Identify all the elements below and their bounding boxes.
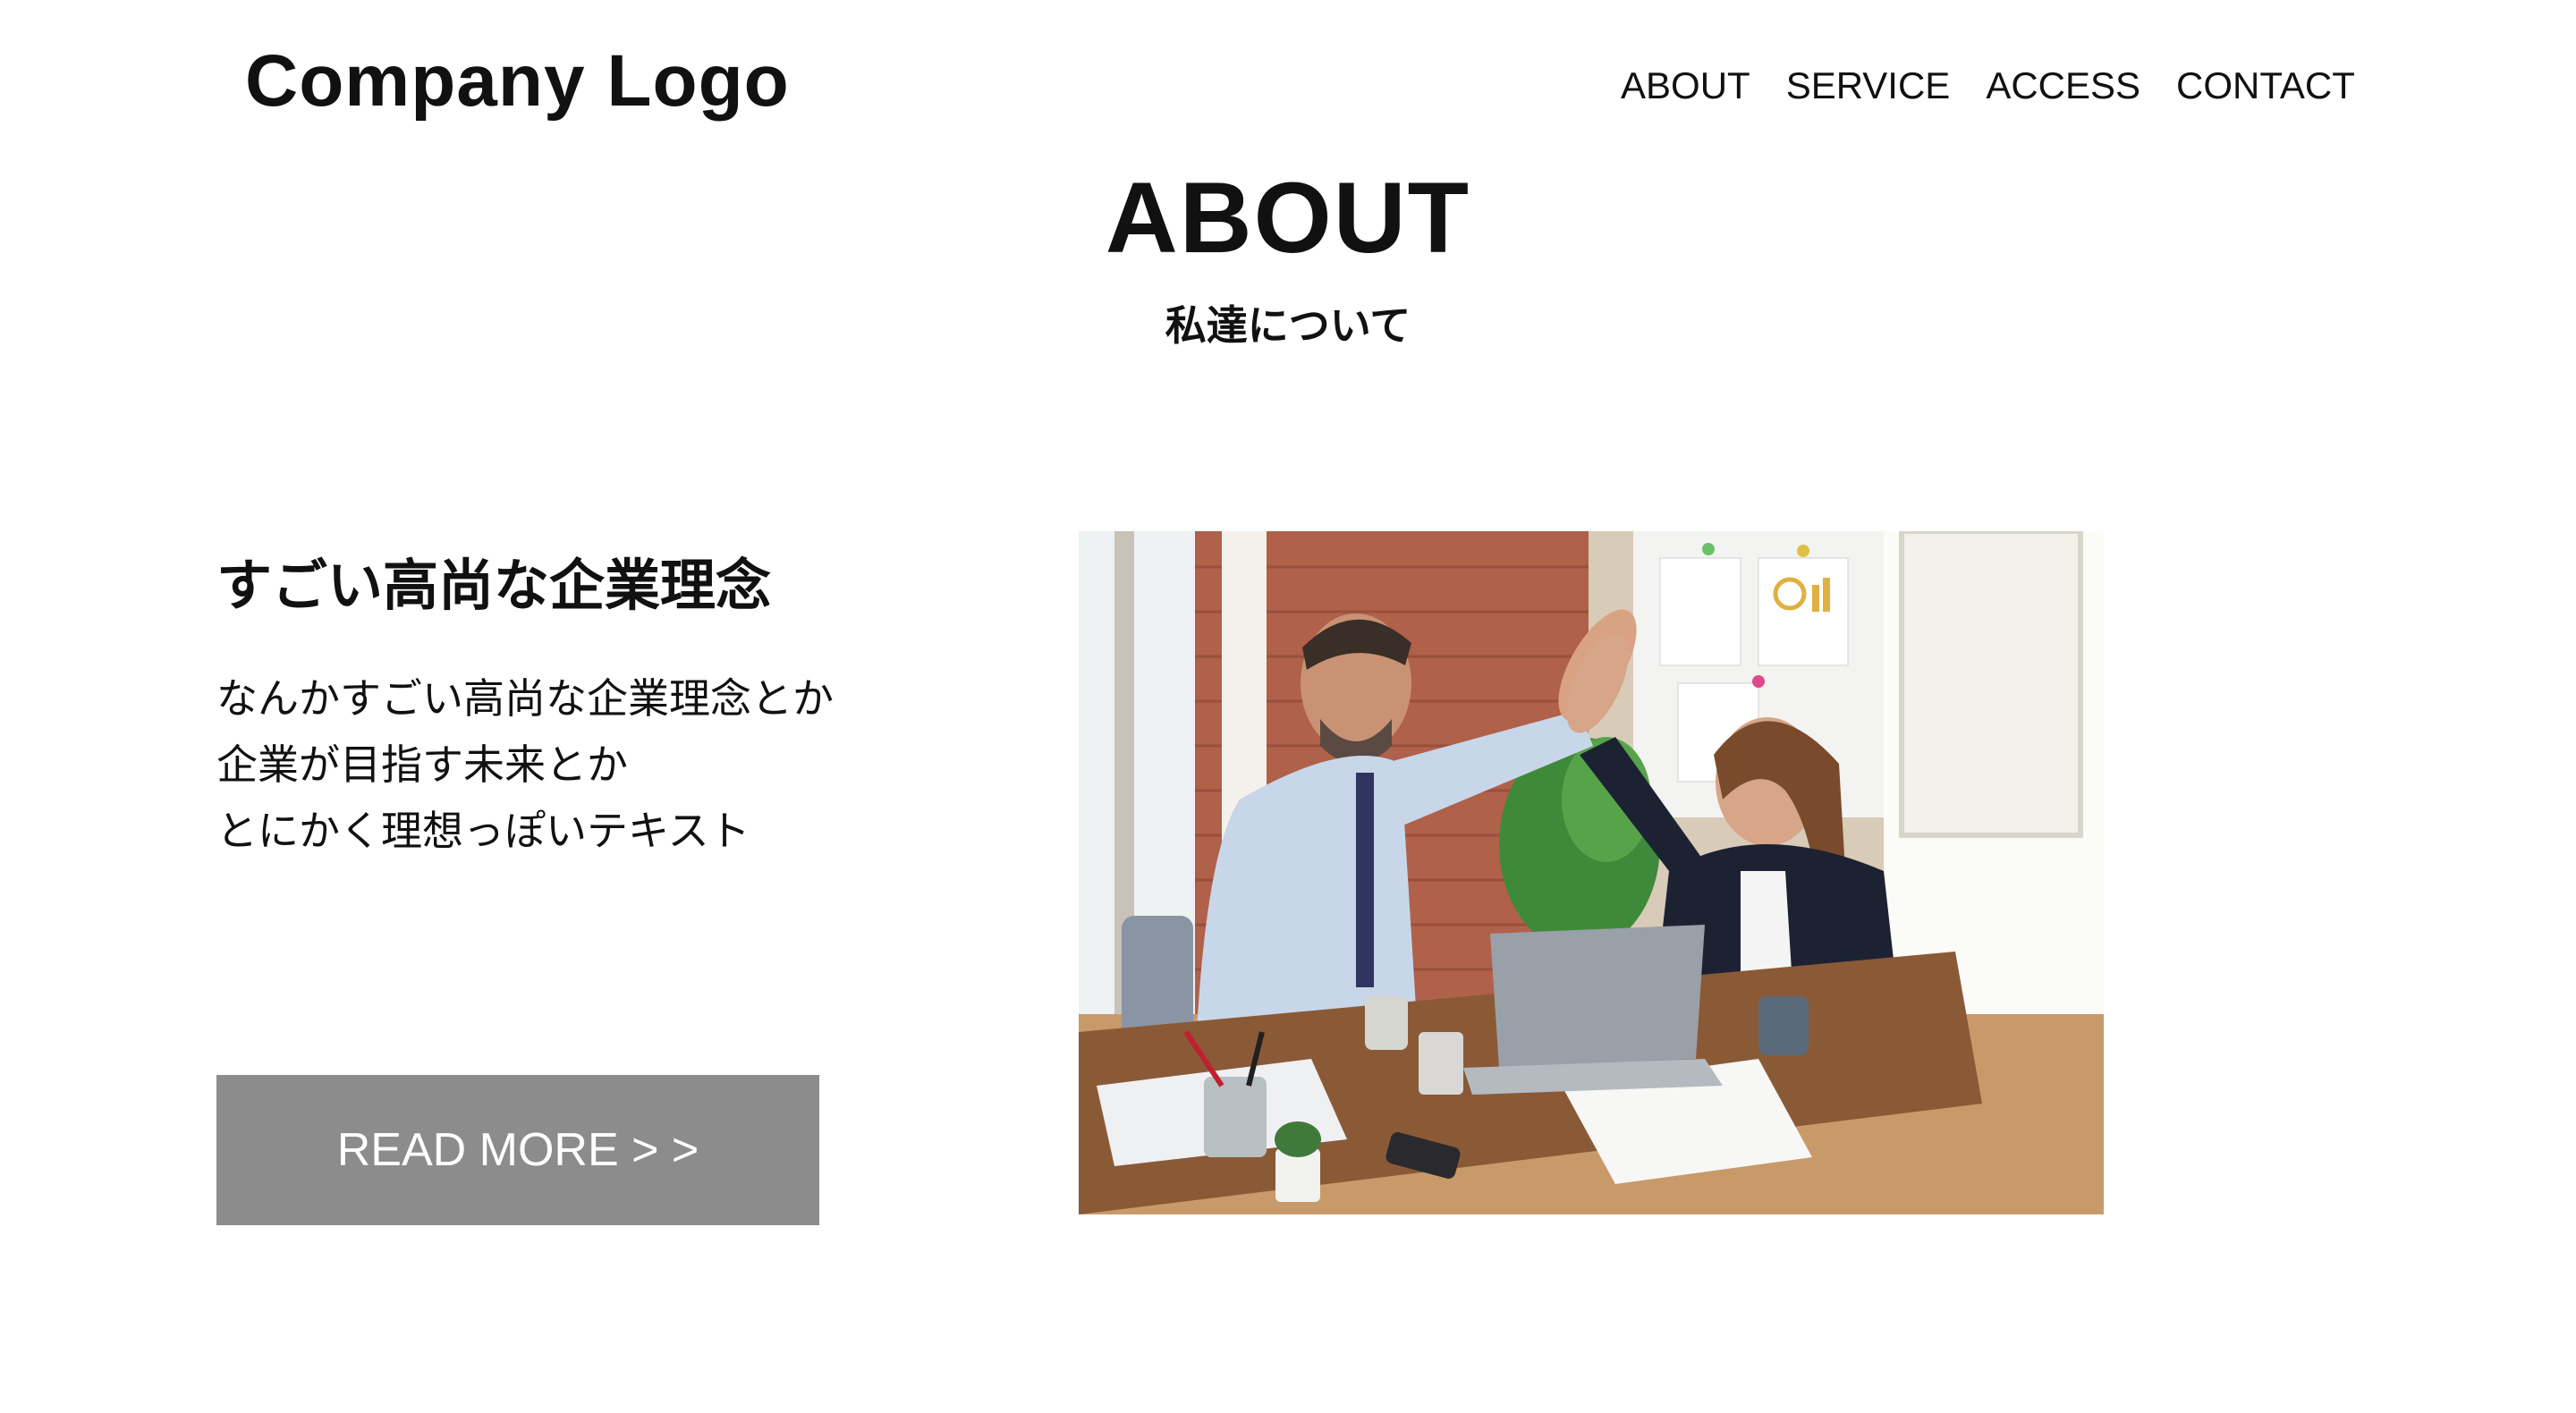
nav-contact[interactable]: CONTACT <box>2176 64 2355 107</box>
nav-access[interactable]: ACCESS <box>1986 64 2140 107</box>
section-title: ABOUT <box>1105 162 1471 274</box>
office-high-five-photo <box>1079 531 2104 1214</box>
page: Company Logo ABOUT SERVICE ACCESS CONTAC… <box>0 0 2576 1413</box>
section-subtitle: 私達について <box>1165 302 1411 349</box>
content-line: 企業が目指す未来とか <box>216 741 628 788</box>
read-more-button[interactable]: READ MORE > > <box>216 1075 819 1225</box>
main-nav: ABOUT SERVICE ACCESS CONTACT <box>1621 64 2355 107</box>
company-logo[interactable]: Company Logo <box>245 39 790 123</box>
content-heading: すごい高尚な企業理念 <box>216 555 772 617</box>
nav-service[interactable]: SERVICE <box>1786 64 1951 107</box>
content-body: なんかすごい高尚な企業理念とか 企業が目指す未来とか とにかく理想っぽいテキスト <box>216 665 834 864</box>
content-line: とにかく理想っぽいテキスト <box>216 808 750 854</box>
nav-about[interactable]: ABOUT <box>1621 64 1750 107</box>
content-line: なんかすごい高尚な企業理念とか <box>216 675 834 722</box>
